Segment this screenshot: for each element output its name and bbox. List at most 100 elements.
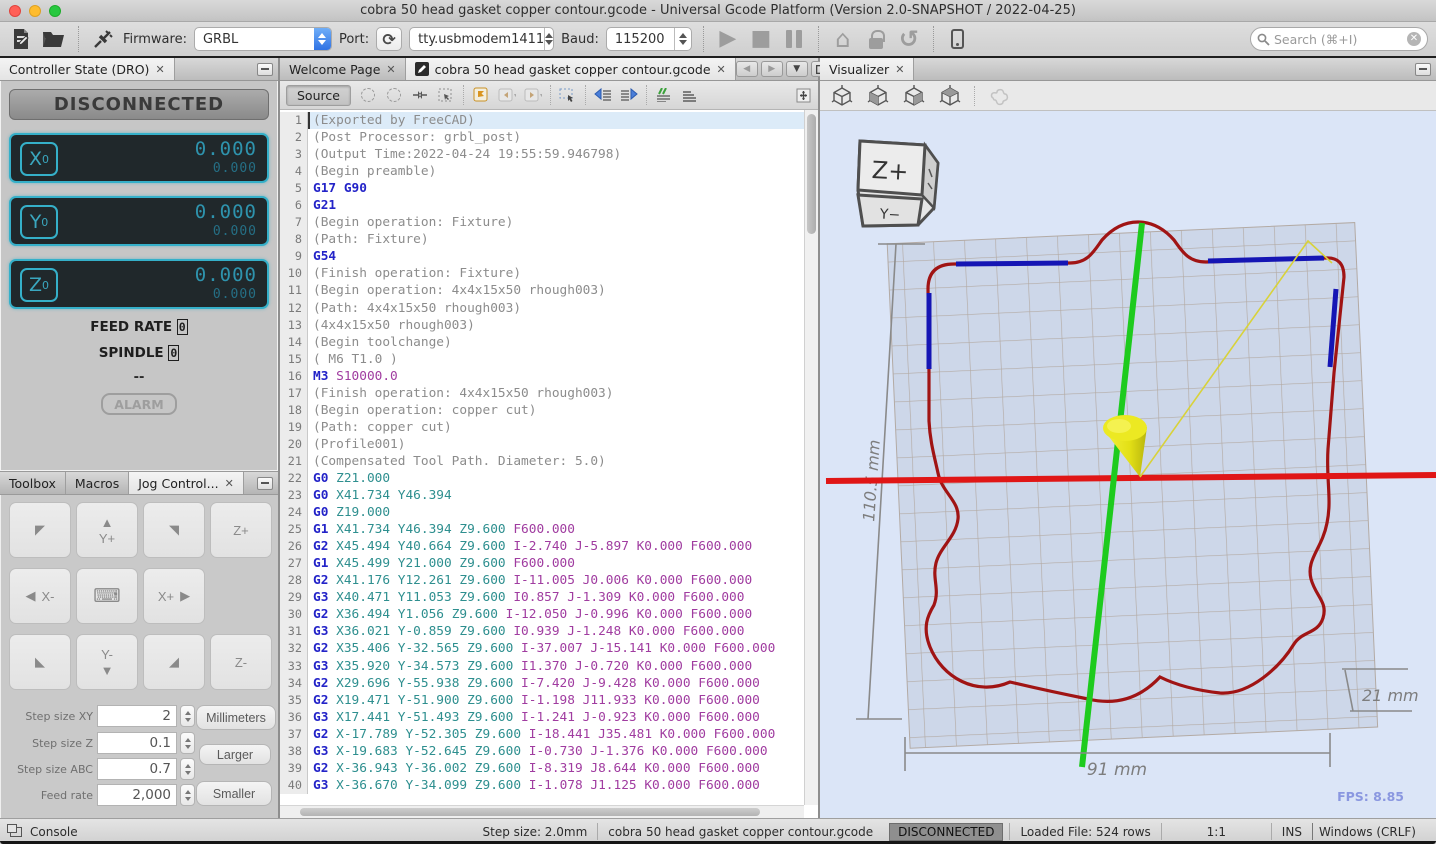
tab-toolbox[interactable]: Toolbox bbox=[0, 472, 66, 494]
code-lines[interactable]: 1(Exported by FreeCAD)2(Post Processor: … bbox=[280, 112, 804, 805]
code-line[interactable]: 4(Begin preamble) bbox=[280, 163, 804, 180]
step-smaller-button[interactable]: Smaller bbox=[196, 781, 272, 806]
tab-controller-state[interactable]: Controller State (DRO) ✕ bbox=[0, 58, 175, 80]
code-line[interactable]: 12(Path: 4x4x15x50 rhough003) bbox=[280, 300, 804, 317]
rotation-disabled-icon[interactable] bbox=[987, 84, 1011, 108]
editor-vertical-scrollbar[interactable] bbox=[804, 110, 818, 805]
code-line[interactable]: 14(Begin toolchange) bbox=[280, 334, 804, 351]
close-tab-icon[interactable]: ✕ bbox=[717, 63, 726, 76]
code-line[interactable]: 22G0 Z21.000 bbox=[280, 470, 804, 487]
view-top-icon[interactable] bbox=[938, 84, 962, 108]
step-input-2[interactable] bbox=[97, 732, 177, 754]
view-front-icon[interactable] bbox=[902, 84, 926, 108]
dro-axis-z[interactable]: Z00.0000.000 bbox=[9, 259, 269, 309]
uncomment-icon[interactable] bbox=[681, 86, 699, 104]
baud-select[interactable]: 115200 bbox=[606, 27, 692, 51]
units-toggle-button[interactable]: Millimeters bbox=[196, 705, 276, 730]
search-field[interactable]: ✕ bbox=[1250, 27, 1428, 51]
step-input-1[interactable] bbox=[97, 705, 177, 727]
jog-diag-up-left[interactable]: ◤ bbox=[9, 502, 71, 558]
console-icon[interactable] bbox=[10, 827, 22, 837]
shift-line-right-icon[interactable] bbox=[620, 86, 638, 104]
code-line[interactable]: 21(Compensated Tool Path. Diameter: 5.0) bbox=[280, 453, 804, 470]
code-line[interactable]: 31G3 X36.021 Y-0.859 Z9.600 I0.939 J-1.2… bbox=[280, 623, 804, 640]
tab-macros[interactable]: Macros bbox=[66, 472, 129, 494]
code-line[interactable]: 40G3 X-36.670 Y-34.099 Z9.600 I-1.078 J1… bbox=[280, 777, 804, 794]
refresh-ports-button[interactable]: ⟳ bbox=[376, 27, 402, 51]
code-line[interactable]: 32G2 X35.406 Y-32.565 Z9.600 I-37.007 J-… bbox=[280, 640, 804, 657]
pendant-icon[interactable] bbox=[945, 26, 971, 52]
toggle-comment-icon[interactable] bbox=[655, 86, 673, 104]
tab-visualizer[interactable]: Visualizer ✕ bbox=[820, 58, 914, 80]
code-line[interactable]: 7(Begin operation: Fixture) bbox=[280, 214, 804, 231]
minimize-panel-icon[interactable] bbox=[257, 63, 273, 76]
code-line[interactable]: 27G1 X45.499 Y21.000 Z9.600 F600.000 bbox=[280, 555, 804, 572]
close-tab-icon[interactable]: ✕ bbox=[155, 63, 164, 76]
last-edit-icon[interactable] bbox=[472, 86, 490, 104]
code-line[interactable]: 35G2 X19.471 Y-51.900 Z9.600 I-1.198 J11… bbox=[280, 692, 804, 709]
jog-y-minus[interactable]: Y-▼ bbox=[76, 634, 138, 690]
back-icon[interactable] bbox=[498, 86, 516, 104]
code-line[interactable]: 8(Path: Fixture) bbox=[280, 231, 804, 248]
code-line[interactable]: 6G21 bbox=[280, 197, 804, 214]
editor-horizontal-scrollbar[interactable] bbox=[280, 805, 804, 818]
scrollbar-thumb[interactable] bbox=[300, 808, 760, 816]
jog-y-plus[interactable]: ▲Y+ bbox=[76, 502, 138, 558]
shift-line-left-icon[interactable] bbox=[594, 86, 612, 104]
tab-gcode-file[interactable]: cobra 50 head gasket copper contour.gcod… bbox=[406, 58, 736, 80]
code-line[interactable]: 28G2 X41.176 Y12.261 Z9.600 I-11.005 J0.… bbox=[280, 572, 804, 589]
connect-icon[interactable] bbox=[90, 26, 116, 52]
console-label[interactable]: Console bbox=[30, 825, 78, 839]
lock-icon[interactable] bbox=[863, 26, 889, 52]
jog-diag-up-right[interactable]: ◥ bbox=[143, 502, 205, 558]
code-line[interactable]: 30G2 X36.494 Y1.056 Z9.600 I-12.050 J-0.… bbox=[280, 606, 804, 623]
view-left-icon[interactable] bbox=[866, 84, 890, 108]
code-line[interactable]: 20(Profile001) bbox=[280, 436, 804, 453]
code-line[interactable]: 10(Finish operation: Fixture) bbox=[280, 265, 804, 282]
jog-diag-down-left[interactable]: ◣ bbox=[9, 634, 71, 690]
visualizer-canvas[interactable]: 110.5 mm bbox=[820, 111, 1436, 818]
orientation-cube[interactable]: Z+ Y− bbox=[858, 141, 938, 226]
jog-diag-down-right[interactable]: ◢ bbox=[143, 634, 205, 690]
search-clear-icon[interactable]: ✕ bbox=[1407, 32, 1421, 46]
select-in-projects-icon[interactable] bbox=[437, 86, 455, 104]
axis-reset-button[interactable]: X0 bbox=[20, 142, 58, 176]
bookmark-next-icon[interactable] bbox=[385, 86, 403, 104]
code-line[interactable]: 18(Begin operation: copper cut) bbox=[280, 402, 804, 419]
code-line[interactable]: 17(Finish operation: 4x4x15x50 rhough003… bbox=[280, 385, 804, 402]
jog-z-plus[interactable]: Z+ bbox=[210, 502, 272, 558]
step-spinner[interactable] bbox=[180, 705, 195, 727]
scroll-tabs-right-icon[interactable]: ▶ bbox=[761, 61, 783, 77]
code-line[interactable]: 24G0 Z19.000 bbox=[280, 504, 804, 521]
code-line[interactable]: 13(4x4x15x50 rhough003) bbox=[280, 317, 804, 334]
editor-split-icon[interactable] bbox=[794, 86, 812, 104]
rectangular-selection-icon[interactable] bbox=[559, 86, 577, 104]
tab-welcome-page[interactable]: Welcome Page ✕ bbox=[280, 58, 406, 80]
code-line[interactable]: 33G3 X35.920 Y-34.573 Z9.600 I1.370 J-0.… bbox=[280, 658, 804, 675]
step-input-4[interactable] bbox=[97, 784, 177, 806]
code-line[interactable]: 5G17 G90 bbox=[280, 180, 804, 197]
code-line[interactable]: 25G1 X41.734 Y46.394 Z9.600 F600.000 bbox=[280, 521, 804, 538]
port-select[interactable]: tty.usbmodem1411 bbox=[409, 27, 554, 51]
jog-z-minus[interactable]: Z- bbox=[210, 634, 272, 690]
source-button[interactable]: Source bbox=[286, 85, 351, 106]
dro-axis-x[interactable]: X00.0000.000 bbox=[9, 133, 269, 183]
minimize-panel-icon[interactable] bbox=[257, 477, 273, 490]
close-tab-icon[interactable]: ✕ bbox=[895, 63, 904, 76]
tab-jog-controller[interactable]: Jog Control... ✕ bbox=[129, 472, 244, 494]
code-editor[interactable]: 1(Exported by FreeCAD)2(Post Processor: … bbox=[280, 110, 818, 818]
open-file-icon[interactable] bbox=[41, 26, 67, 52]
code-line[interactable]: 9G54 bbox=[280, 248, 804, 265]
firmware-select[interactable]: GRBL bbox=[194, 27, 332, 51]
code-line[interactable]: 2(Post Processor: grbl_post) bbox=[280, 129, 804, 146]
scrollbar-thumb[interactable] bbox=[807, 114, 816, 234]
close-tab-icon[interactable]: ✕ bbox=[225, 477, 234, 490]
minimize-panel-icon[interactable] bbox=[1415, 63, 1431, 76]
code-line[interactable]: 29G3 X40.471 Y11.053 Z9.600 I0.857 J-1.3… bbox=[280, 589, 804, 606]
play-icon[interactable]: ▶ bbox=[715, 26, 741, 52]
jog-x-minus[interactable]: ◀X- bbox=[9, 568, 71, 624]
axis-reset-button[interactable]: Z0 bbox=[20, 268, 58, 302]
step-larger-button[interactable]: Larger bbox=[199, 744, 271, 765]
soft-reset-icon[interactable]: ↺ bbox=[896, 26, 922, 52]
tab-list-dropdown-icon[interactable]: ▼ bbox=[786, 61, 808, 77]
